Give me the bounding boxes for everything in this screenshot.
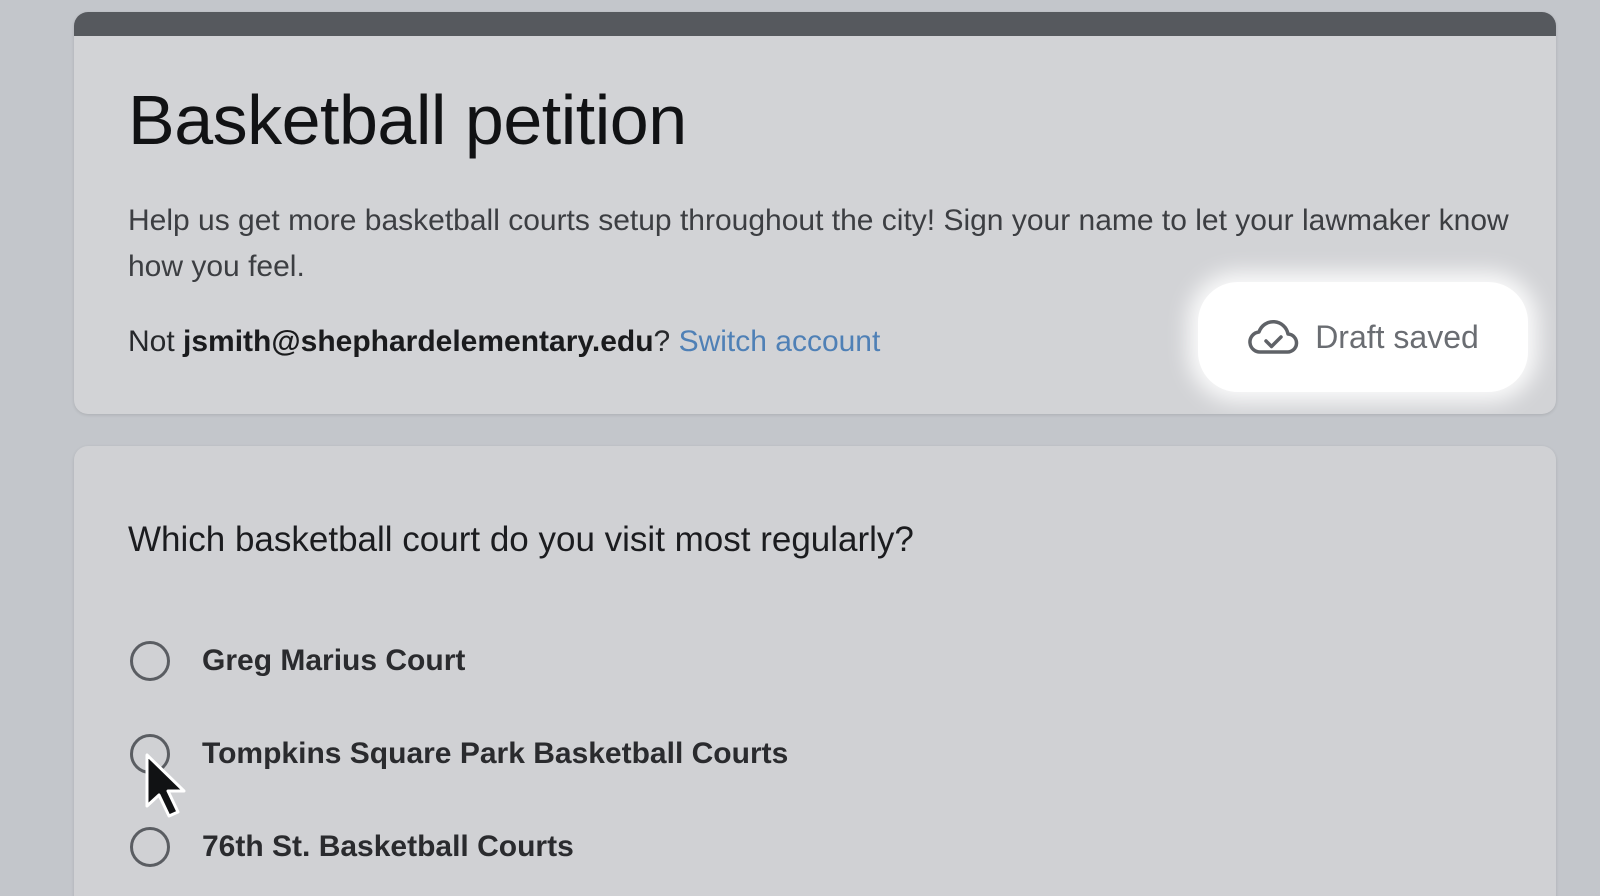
option-label: Tompkins Square Park Basketball Courts xyxy=(202,737,789,770)
radio-option-greg-marius[interactable]: Greg Marius Court xyxy=(130,636,465,686)
form-description: Help us get more basketball courts setup… xyxy=(128,204,1509,283)
question-title: Which basketball court do you visit most… xyxy=(128,520,914,559)
question-card: Which basketball court do you visit most… xyxy=(74,446,1556,896)
account-line: Not jsmith@shephardelementary.edu? Switc… xyxy=(128,325,880,359)
account-suffix: ? xyxy=(653,325,679,358)
form-title: Basketball petition xyxy=(128,81,687,159)
radio-button[interactable] xyxy=(130,641,170,681)
header-color-stripe xyxy=(74,12,1556,36)
option-label: Greg Marius Court xyxy=(202,644,466,677)
draft-saved-label: Draft saved xyxy=(1315,318,1479,355)
switch-account-link[interactable]: Switch account xyxy=(679,325,881,358)
account-prefix: Not xyxy=(128,325,184,358)
draft-saved-indicator: Draft saved xyxy=(1198,282,1528,392)
radio-button[interactable] xyxy=(130,827,170,867)
form-page: Basketball petition Help us get more bas… xyxy=(0,0,1600,896)
radio-button[interactable] xyxy=(130,734,170,774)
radio-option-tompkins-square[interactable]: Tompkins Square Park Basketball Courts xyxy=(130,729,788,779)
account-email: jsmith@shephardelementary.edu xyxy=(183,325,654,358)
radio-option-76th-st[interactable]: 76th St. Basketball Courts xyxy=(130,822,574,872)
cloud-check-icon xyxy=(1247,317,1299,357)
option-label: 76th St. Basketball Courts xyxy=(202,830,574,863)
form-header-card: Basketball petition Help us get more bas… xyxy=(74,12,1556,414)
